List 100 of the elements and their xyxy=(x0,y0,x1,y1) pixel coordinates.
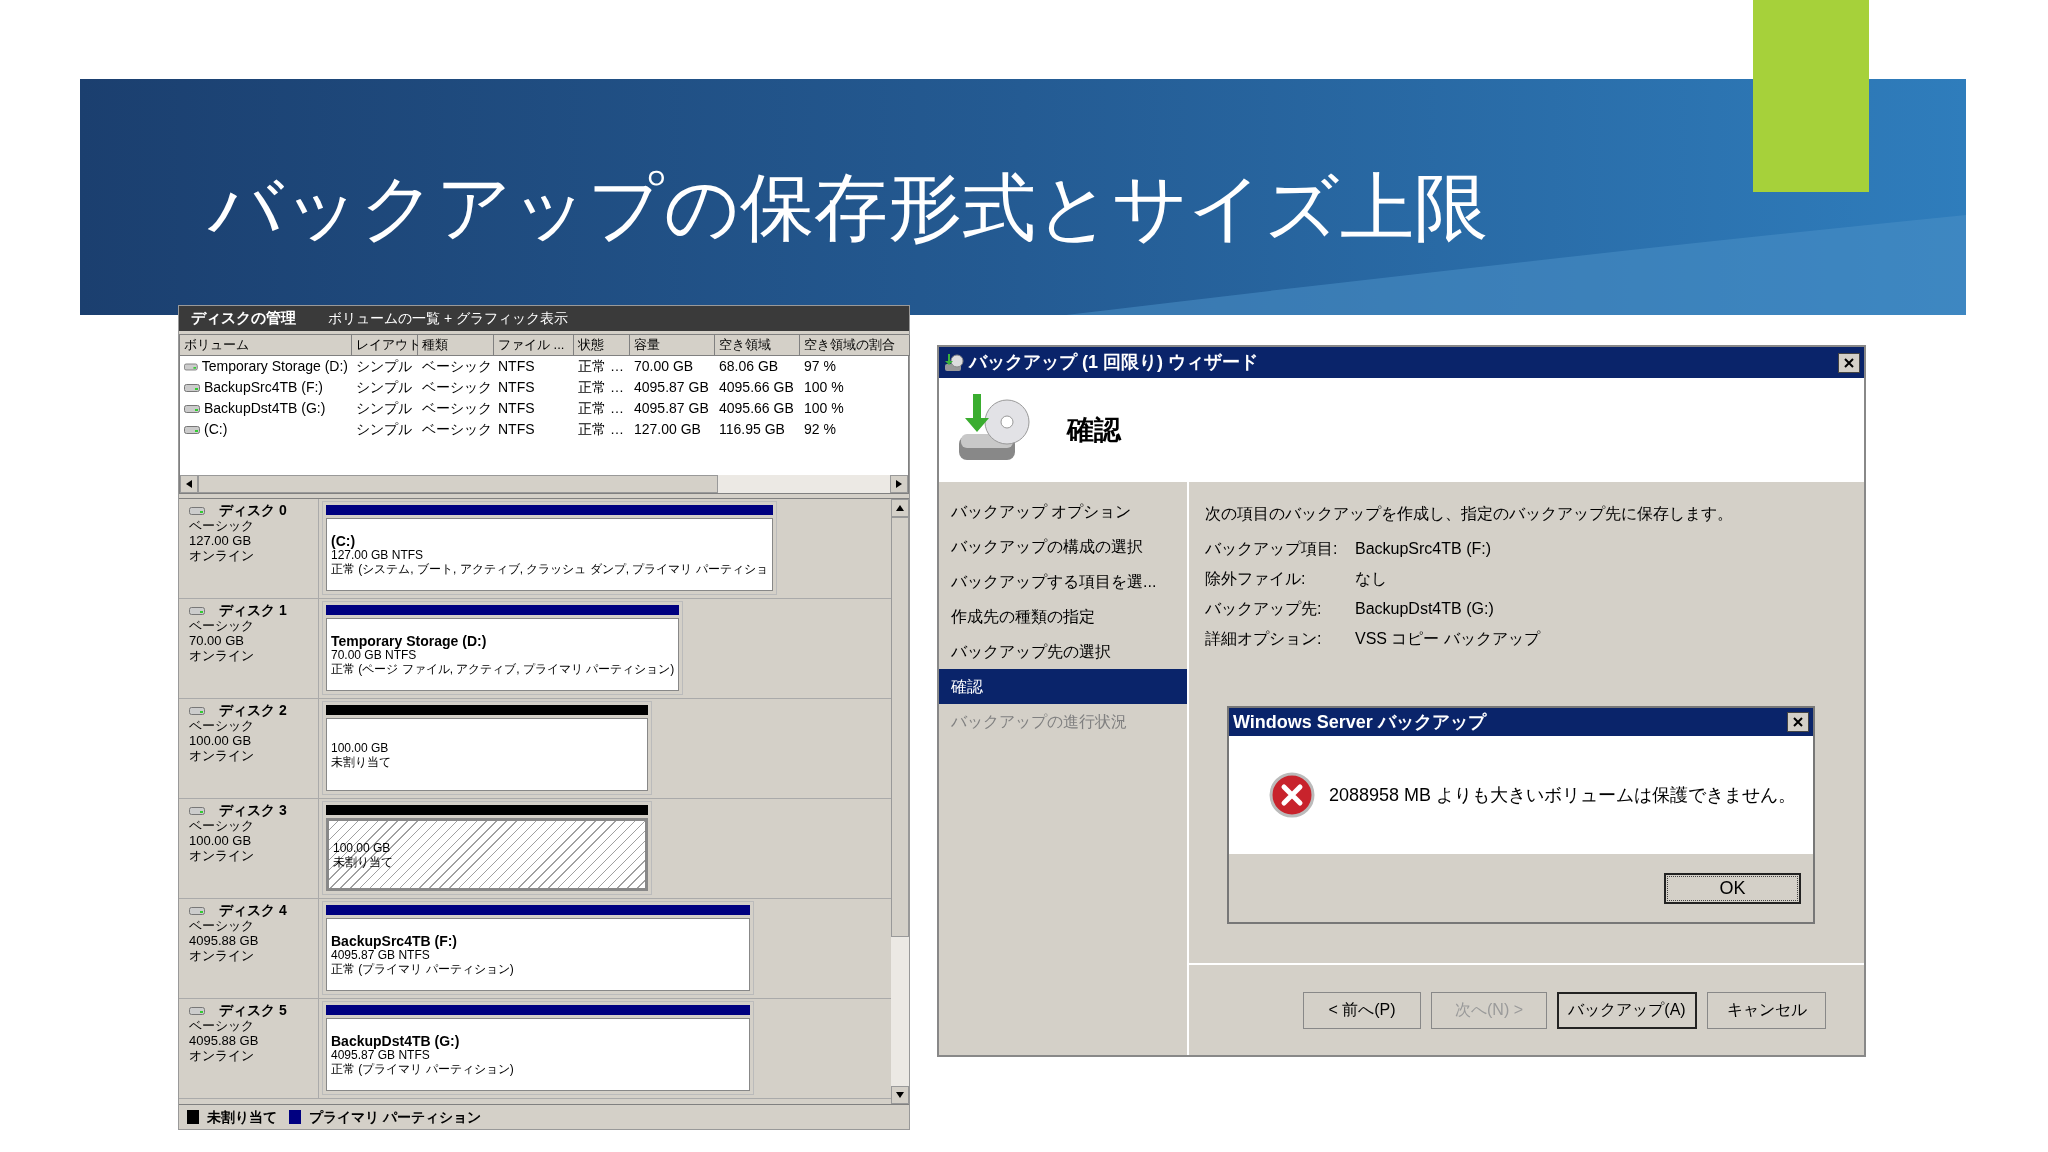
disk-status: オンライン xyxy=(189,948,255,963)
horizontal-scrollbar[interactable] xyxy=(180,475,908,493)
partition-label: BackupDst4TB (G:) xyxy=(331,1033,461,1048)
detail-label: 除外ファイル: xyxy=(1205,569,1307,589)
wizard-step[interactable]: 確認 xyxy=(939,669,1187,704)
disk-name: ディスク 3 xyxy=(219,803,287,818)
disk-status: オンライン xyxy=(189,1048,255,1063)
disk-name: ディスク 4 xyxy=(219,903,287,918)
view-title: ボリュームの一覧 + グラフィック表示 xyxy=(328,309,568,328)
table-cell-text: 正常 … xyxy=(578,357,624,376)
table-cell-text: シンプル xyxy=(356,399,412,418)
partition-status: 正常 (ページ ファイル, アクティブ, プライマリ パーティション) xyxy=(331,661,675,676)
table-cell-text: 4095.87 GB xyxy=(634,378,709,397)
partition-detail: 100.00 GB xyxy=(331,740,390,755)
drive-icon xyxy=(189,1005,205,1016)
wizard-step[interactable]: 作成先の種類の指定 xyxy=(939,599,1187,634)
window-title: バックアップ (1 回限り) ウィザード xyxy=(969,351,1259,374)
disk-name: ディスク 5 xyxy=(219,1003,287,1018)
disk-type: ベーシック xyxy=(189,618,255,633)
disk-size: 100.00 GB xyxy=(189,833,253,848)
column-header[interactable]: 空き領域の割合 xyxy=(800,335,910,356)
partition-status: 未割り当て xyxy=(331,754,392,769)
scroll-thumb[interactable] xyxy=(891,517,909,937)
column-header[interactable]: ボリューム xyxy=(180,335,352,356)
disk-type: ベーシック xyxy=(189,718,255,733)
scroll-left-icon xyxy=(186,480,192,488)
disk-status: オンライン xyxy=(189,648,255,663)
drive-icon xyxy=(189,705,205,716)
drive-icon xyxy=(189,605,205,616)
disk-name: ディスク 1 xyxy=(219,603,287,618)
wizard-step[interactable]: バックアップ先の選択 xyxy=(939,634,1187,669)
table-cell-text: シンプル xyxy=(356,420,412,439)
detail-value: BackupDst4TB (G:) xyxy=(1355,599,1494,619)
disk-type: ベーシック xyxy=(189,918,255,933)
table-cell-text: (C:) xyxy=(204,420,228,439)
drive-icon xyxy=(189,905,205,916)
close-button[interactable] xyxy=(1787,712,1809,732)
column-header[interactable]: ファイル ... xyxy=(494,335,574,356)
detail-value: BackupSrc4TB (F:) xyxy=(1355,539,1492,559)
table-cell-text: シンプル xyxy=(356,378,412,397)
partition-box[interactable]: BackupDst4TB (G:) 4095.87 GB NTFS 正常 (プライマリ パーティション) xyxy=(326,1018,750,1091)
scroll-right-icon xyxy=(896,480,902,488)
disk-name: ディスク 2 xyxy=(219,703,287,718)
wizard-step[interactable]: バックアップ オプション xyxy=(939,494,1187,529)
partition-label: (C:) xyxy=(331,533,357,548)
drive-icon xyxy=(184,403,200,414)
table-cell-text: 正常 … xyxy=(578,378,624,397)
scroll-thumb[interactable] xyxy=(198,475,718,493)
partition-box[interactable]: (C:) 127.00 GB NTFS 正常 (システム, ブート, アクティブ, クラッシュ ダンプ, プライマリ パーティショ xyxy=(326,518,773,591)
legend-label: 未割り当て xyxy=(207,1107,277,1127)
wizard-step[interactable]: バックアップする項目を選... xyxy=(939,564,1187,599)
table-cell-text: 116.95 GB xyxy=(719,420,785,439)
detail-value: なし xyxy=(1355,569,1387,589)
ok-button[interactable]: OK xyxy=(1664,872,1801,904)
table-cell-text: 4095.87 GB xyxy=(634,399,709,418)
wizard-button[interactable]: キャンセル xyxy=(1707,991,1826,1029)
detail-label: バックアップ項目: xyxy=(1205,539,1339,559)
error-message: 2088958 MB よりも大きいボリュームは保護できません。 xyxy=(1329,783,1797,807)
page-heading: 確認 xyxy=(1067,413,1121,447)
column-header[interactable]: 容量 xyxy=(630,335,715,356)
drive-icon xyxy=(189,505,205,516)
column-header[interactable]: 種類 xyxy=(418,335,494,356)
partition-box[interactable]: 100.00 GB 未割り当て xyxy=(326,818,648,891)
scroll-down-icon xyxy=(896,1092,904,1098)
table-cell-text: 127.00 GB xyxy=(634,420,701,439)
table-cell-text: BackupDst4TB (G:) xyxy=(204,399,326,418)
table-cell-text: 68.06 GB xyxy=(719,357,779,376)
disk-size: 70.00 GB xyxy=(189,633,245,648)
column-header[interactable]: 空き領域 xyxy=(715,335,800,356)
partition-box[interactable]: Temporary Storage (D:) 70.00 GB NTFS 正常 (ページ ファイル, アクティブ, プライマリ パーティション) xyxy=(326,618,680,691)
partition-detail: 100.00 GB xyxy=(333,840,392,855)
wizard-button[interactable]: バックアップ(A) xyxy=(1557,991,1697,1029)
table-cell-text: シンプル xyxy=(356,357,412,376)
scroll-up-icon xyxy=(896,505,904,511)
table-cell-text: 70.00 GB xyxy=(634,357,694,376)
column-header[interactable]: 状態 xyxy=(574,335,630,356)
backup-disk-icon xyxy=(943,351,965,374)
dialog-title: Windows Server バックアップ xyxy=(1233,710,1488,734)
table-cell-text: 4095.66 GB xyxy=(719,378,794,397)
table-cell-text: NTFS xyxy=(498,357,535,376)
partition-status: 未割り当て xyxy=(333,854,394,869)
wizard-step[interactable]: バックアップの構成の選択 xyxy=(939,529,1187,564)
partition-box[interactable]: BackupSrc4TB (F:) 4095.87 GB NTFS 正常 (プライマリ パーティション) xyxy=(326,918,750,991)
disk-status: オンライン xyxy=(189,848,255,863)
column-header[interactable]: レイアウト xyxy=(352,335,418,356)
disk-size: 100.00 GB xyxy=(189,733,253,748)
detail-label: バックアップ先: xyxy=(1205,599,1323,619)
disk-type: ベーシック xyxy=(189,518,255,533)
table-cell-text: 100 % xyxy=(804,378,844,397)
window-title: ディスクの管理 xyxy=(191,308,296,329)
partition-box[interactable]: 100.00 GB 未割り当て xyxy=(326,718,648,791)
close-button[interactable] xyxy=(1838,352,1860,373)
vertical-scrollbar[interactable] xyxy=(891,499,909,1104)
legend-label: プライマリ パーティション xyxy=(309,1107,481,1127)
disk-size: 4095.88 GB xyxy=(189,933,260,948)
drive-icon xyxy=(184,424,200,435)
disk-type: ベーシック xyxy=(189,1018,255,1033)
slide-title: バックアップの保存形式とサイズ上限 xyxy=(208,171,1488,245)
wizard-button[interactable]: < 前へ(P) xyxy=(1303,991,1421,1029)
table-cell-text: ベーシック xyxy=(422,420,492,439)
